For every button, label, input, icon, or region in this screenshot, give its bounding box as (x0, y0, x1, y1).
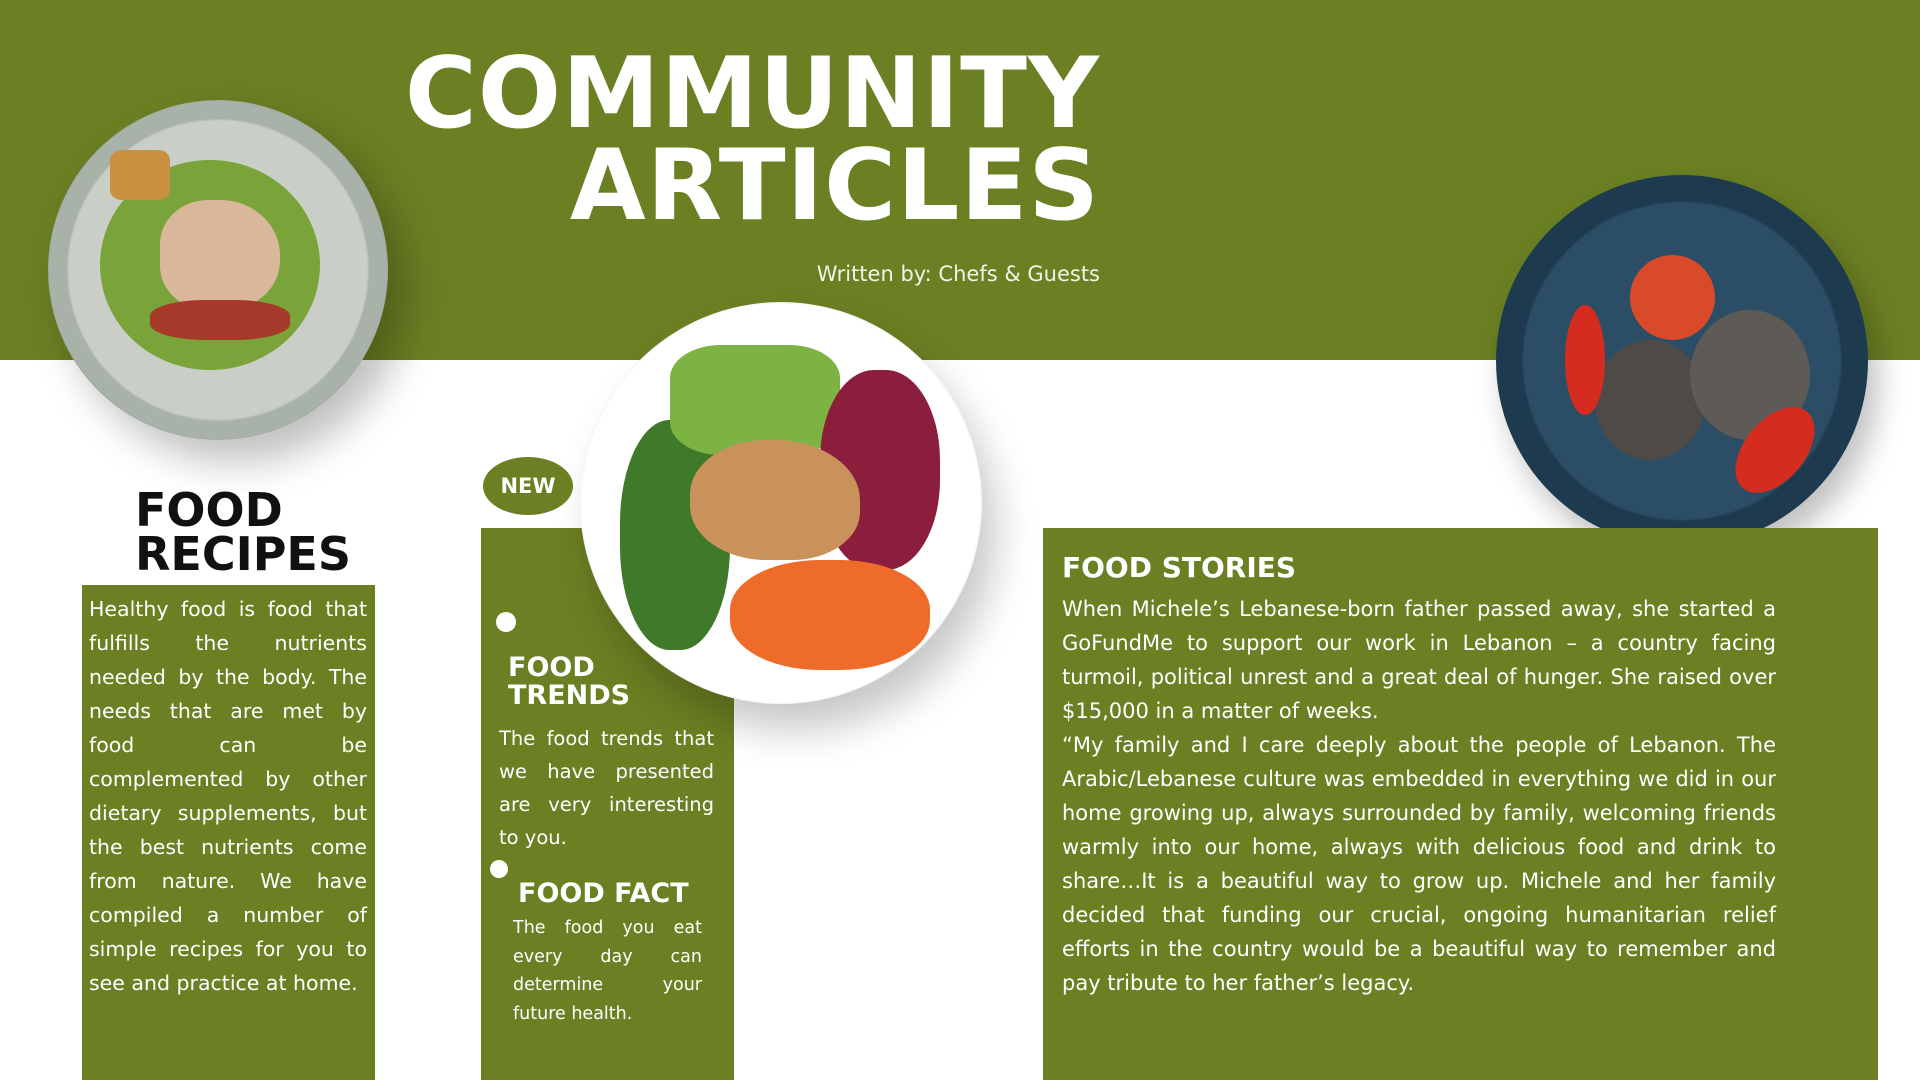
stories-paragraph-2: “My family and I care deeply about the p… (1062, 733, 1776, 995)
stories-paragraph-1: When Michele’s Lebanese-born father pass… (1062, 597, 1776, 723)
veg-eggplant-2 (1595, 340, 1705, 460)
bullet-dot-icon (496, 612, 516, 632)
page-title: COMMUNITY ARTICLES (404, 37, 1100, 243)
veg-tomato (1630, 255, 1715, 340)
salad-crouton (110, 150, 170, 200)
fact-body: The food you eat every day can determine… (513, 918, 702, 1024)
recipes-body: Healthy food is food that fulfills the n… (89, 597, 367, 995)
title-line-2: ARTICLES (569, 129, 1100, 243)
bowl-cucumber (670, 345, 840, 455)
trends-heading-line-1: FOOD (508, 652, 595, 683)
veg-pepper-1 (1565, 305, 1605, 415)
recipes-heading-line-1: FOOD (135, 483, 283, 537)
bullet-dot-icon (490, 860, 508, 878)
new-badge: NEW (483, 457, 573, 515)
stories-body: When Michele’s Lebanese-born father pass… (1062, 592, 1776, 1000)
bowl-chicken (690, 440, 860, 560)
trends-body: The food trends that we have presented a… (499, 727, 714, 849)
bowl-carrot (730, 560, 930, 670)
salad-chicken (160, 200, 280, 310)
stories-heading: FOOD STORIES (1062, 551, 1297, 584)
fact-heading: FOOD FACT (518, 878, 689, 909)
recipes-heading-line-2: RECIPES (135, 527, 351, 581)
salad-bacon (150, 300, 290, 340)
byline: Written by: Chefs & Guests (816, 262, 1100, 286)
trends-heading: FOOD TRENDS (508, 654, 630, 710)
recipes-heading: FOOD RECIPES (135, 483, 351, 581)
trends-heading-line-2: TRENDS (508, 680, 631, 711)
title-line-1: COMMUNITY (404, 37, 1100, 151)
